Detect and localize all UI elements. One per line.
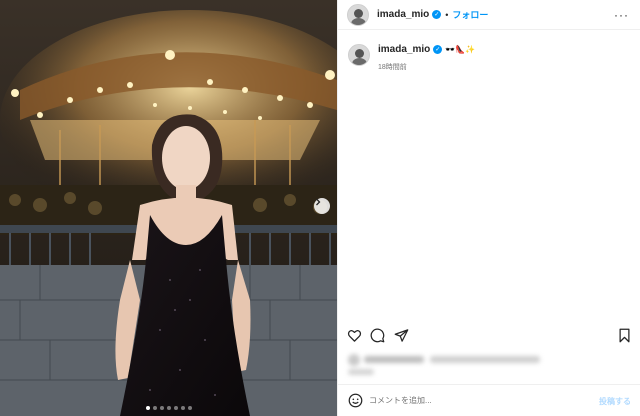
emoji-icon[interactable] [348,393,363,408]
caption-username[interactable]: imada_mio [378,44,430,55]
carousel-indicator [0,406,337,410]
share-icon[interactable] [394,328,409,343]
carousel-night-photo [0,0,337,416]
carousel-dot [159,406,164,410]
header-username[interactable]: imada_mio [377,9,429,20]
comment-bar: 投稿する [338,384,640,416]
action-bar [338,326,640,346]
post-header: imada_mio ✓ • フォロー ··· [338,0,640,30]
chevron-right-icon [316,198,321,206]
post-caption: imada_mio ✓ 🕶️👠✨ 18時間前 [348,44,475,72]
carousel-dot [180,406,185,410]
verified-icon: ✓ [432,10,442,19]
post-sidebar: imada_mio ✓ • フォロー ··· imada_mio ✓ 🕶️👠✨ … [337,0,640,416]
post-timestamp[interactable]: 18時間前 [378,62,475,72]
avatar[interactable] [347,3,369,26]
heart-icon[interactable] [347,328,362,343]
carousel-dot [187,406,192,410]
carousel-dot [173,406,178,410]
more-icon[interactable]: ··· [614,8,629,22]
caption-text: 🕶️👠✨ [445,45,476,54]
instagram-post: imada_mio ✓ • フォロー ··· imada_mio ✓ 🕶️👠✨ … [0,0,640,416]
bookmark-icon[interactable] [617,328,632,343]
carousel-next-button[interactable] [314,198,330,214]
carousel-dot [152,406,157,410]
comment-icon[interactable] [370,328,385,343]
follow-button[interactable]: フォロー [452,8,488,21]
header-separator: • [445,9,449,20]
carousel-dot [145,406,150,410]
post-comment-button[interactable]: 投稿する [599,396,631,407]
caption-verified-icon: ✓ [433,45,443,54]
caption-avatar[interactable] [348,44,370,66]
comment-input[interactable] [369,396,569,405]
post-photo[interactable] [0,0,337,416]
liked-by-blurred [348,352,548,378]
carousel-dot [166,406,171,410]
